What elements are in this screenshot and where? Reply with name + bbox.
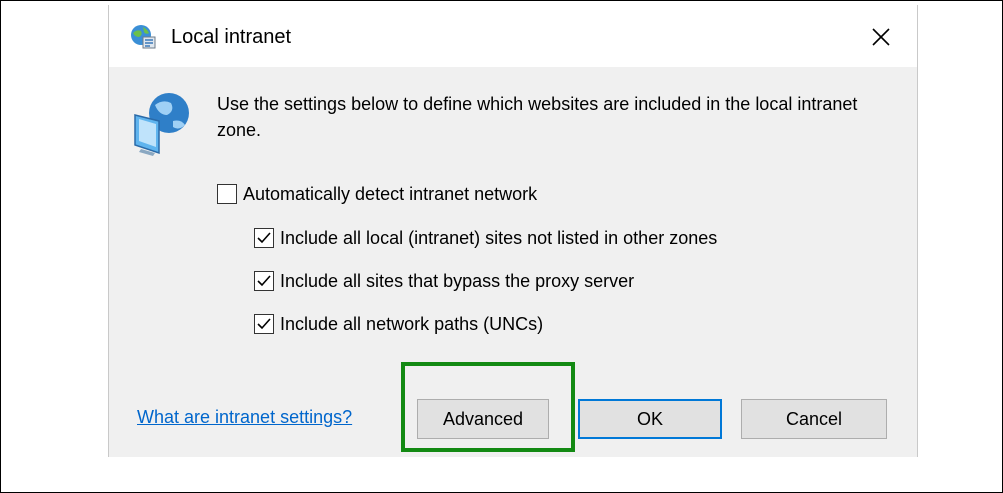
dialog-title: Local intranet	[171, 26, 292, 48]
checkbox-include-local-sites[interactable]: Include all local (intranet) sites not l…	[254, 223, 717, 253]
screenshot-frame: Local intranet Use the settings below to…	[0, 0, 1003, 493]
checkbox-label-auto-detect: Automatically detect intranet network	[243, 183, 538, 204]
checkmark-icon	[257, 232, 271, 244]
globe-network-icon	[131, 25, 156, 49]
checkbox-box-checked[interactable]	[254, 228, 274, 248]
cancel-button[interactable]: Cancel	[741, 399, 887, 439]
checkbox-auto-detect[interactable]: Automatically detect intranet network	[217, 179, 537, 209]
close-icon	[872, 28, 890, 46]
checkbox-box-unchecked[interactable]	[217, 184, 237, 204]
checkbox-box-checked[interactable]	[254, 271, 274, 291]
title-bar: Local intranet	[109, 5, 917, 67]
checkbox-box-checked[interactable]	[254, 314, 274, 334]
help-link[interactable]: What are intranet settings?	[137, 407, 352, 428]
globe-monitor-icon	[134, 93, 189, 156]
checkbox-label-bypass-proxy: Include all sites that bypass the proxy …	[280, 270, 635, 291]
local-intranet-dialog: Local intranet Use the settings below to…	[108, 5, 918, 457]
checkmark-icon	[257, 318, 271, 330]
checkmark-icon	[257, 275, 271, 287]
checkbox-label-include-local-sites: Include all local (intranet) sites not l…	[280, 227, 718, 248]
checkbox-network-paths[interactable]: Include all network paths (UNCs)	[254, 309, 543, 339]
ok-button[interactable]: OK	[578, 399, 722, 439]
close-button[interactable]	[861, 17, 901, 57]
checkbox-label-network-paths: Include all network paths (UNCs)	[280, 313, 544, 334]
checkbox-bypass-proxy[interactable]: Include all sites that bypass the proxy …	[254, 266, 634, 296]
advanced-button[interactable]: Advanced	[417, 399, 549, 439]
zone-description: Use the settings below to define which w…	[217, 94, 858, 140]
